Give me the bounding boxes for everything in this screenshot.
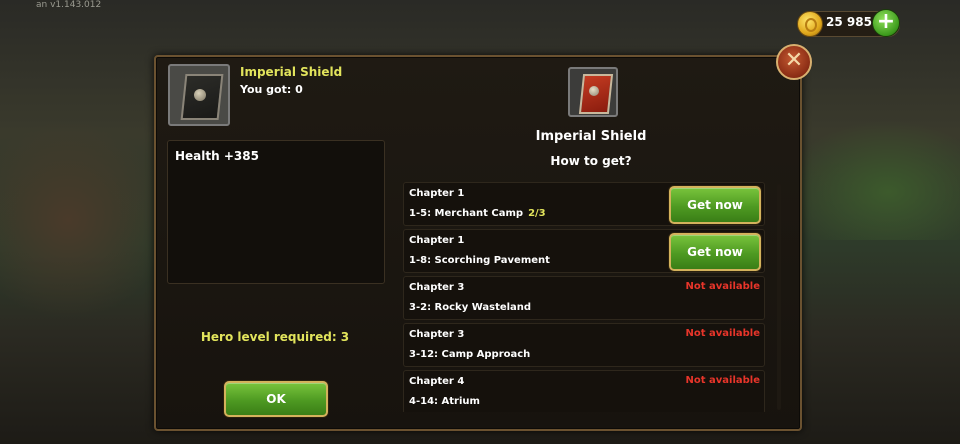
source-row: Chapter 3 3-2: Rocky Wasteland Not avail… [403,276,765,320]
background-landscape-left [0,120,170,320]
red-shield-boss [589,86,599,96]
item-shield-icon [168,64,230,126]
source-row: Chapter 4 4-14: Atrium Not available [403,370,765,412]
shield-boss [194,89,206,101]
owned-count: You got: 0 [240,83,303,96]
row-stage: 3-12: Camp Approach [409,349,531,360]
gold-amount: 25 985 [826,15,872,29]
add-gold-button[interactable]: + [872,9,900,37]
row-stage: 4-14: Atrium [409,396,480,407]
source-row: Chapter 3 3-12: Camp Approach Not availa… [403,323,765,367]
ok-button[interactable]: OK [224,381,328,417]
item-name: Imperial Shield [240,65,343,79]
get-now-button[interactable]: Get now [669,233,761,271]
item-red-shield-icon [568,67,618,117]
row-chapter: Chapter 1 [409,188,465,199]
gold-coin-icon [797,11,823,37]
sources-title: Imperial Shield [535,129,647,144]
version-label: an v1.143.012 [36,0,102,10]
sources-scrollbar[interactable] [777,184,781,410]
close-button[interactable]: ✕ [776,44,812,80]
row-stage: 1-8: Scorching Pavement [409,255,550,266]
not-available-label: Not available [685,281,761,292]
background-landscape-right [780,120,960,240]
sources-subtitle: How to get? [550,154,632,168]
row-chapter: Chapter 1 [409,235,465,246]
not-available-label: Not available [685,328,761,339]
get-now-button[interactable]: Get now [669,186,761,224]
not-available-label: Not available [685,375,761,386]
source-row: Chapter 1 1-5: Merchant Camp 2/3 Get now [403,182,765,226]
row-stage-name: 1-5: Merchant Camp [409,208,524,219]
sources-list[interactable]: Chapter 1 1-5: Merchant Camp 2/3 Get now … [403,182,765,412]
row-chapter: Chapter 3 [409,282,465,293]
row-chapter: Chapter 4 [409,376,465,387]
row-stage: 3-2: Rocky Wasteland [409,302,532,313]
source-row: Chapter 1 1-8: Scorching Pavement Get no… [403,229,765,273]
row-progress: 2/3 [528,208,546,219]
row-stage: 1-5: Merchant Camp 2/3 [409,208,546,219]
row-chapter: Chapter 3 [409,329,465,340]
hero-level-required: Hero level required: 3 [200,330,350,344]
stat-health: Health +385 [175,149,259,163]
